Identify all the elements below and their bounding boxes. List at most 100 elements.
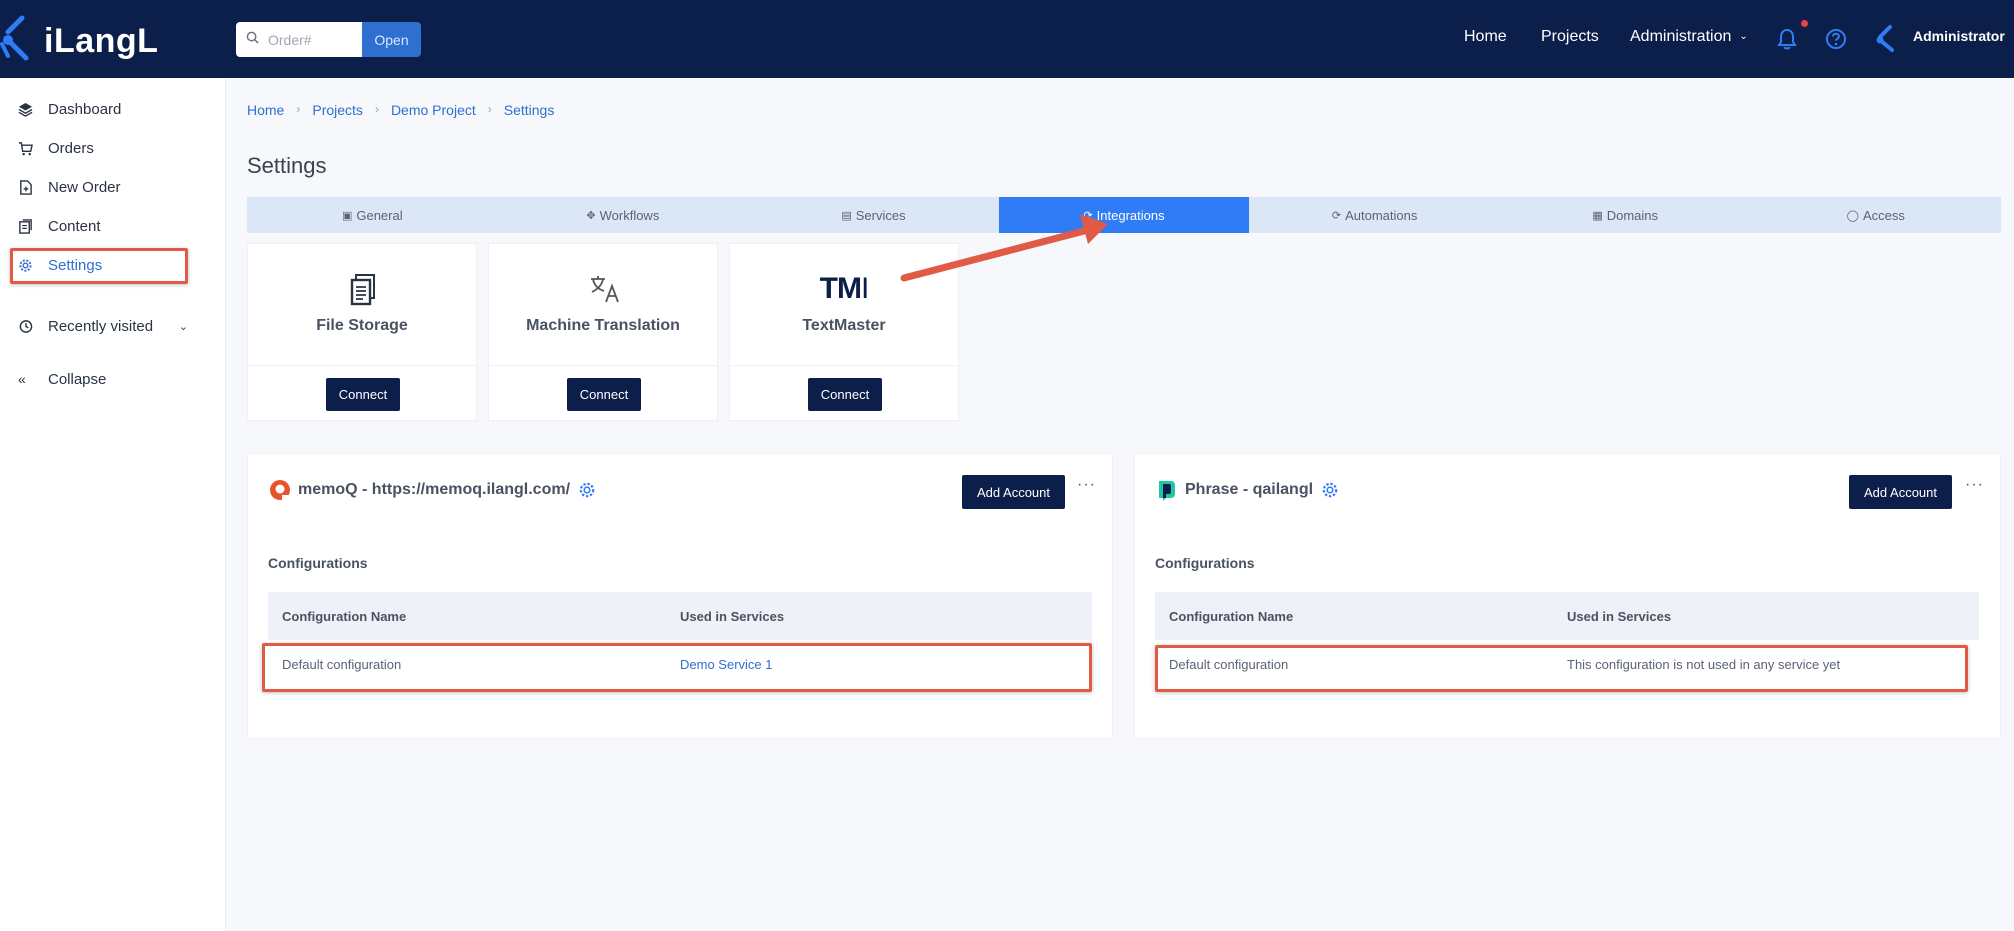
cart-icon [10, 141, 38, 156]
tab-services[interactable]: ▤ Services [748, 197, 999, 233]
monitor-icon: ▣ [341, 209, 353, 222]
configurations-label: Configurations [1155, 555, 1255, 571]
account-header: Phrase - qailangl [1155, 478, 1339, 502]
server-icon: ▤ [841, 209, 852, 222]
sidebar-item-settings[interactable]: Settings [10, 248, 188, 282]
help-icon[interactable] [1825, 28, 1847, 50]
used-in-services-link[interactable]: Demo Service 1 [680, 657, 772, 672]
configuration-name-cell: Default configuration [282, 656, 402, 672]
logo-text: iLangL [44, 22, 159, 60]
connect-textmaster-button[interactable]: Connect [808, 378, 882, 411]
account-title: memoQ - https://memoq.ilangl.com/ [298, 481, 571, 498]
tab-label: General [356, 207, 403, 223]
notification-badge-icon [1801, 20, 1808, 27]
tab-automations[interactable]: ⟳ Automations [1249, 197, 1500, 233]
table-header: Configuration Name Used in Services [268, 592, 1092, 640]
sidebar-item-new-order[interactable]: New Order [10, 170, 188, 204]
nav-administration-label: Administration [1630, 28, 1732, 45]
integration-name: File Storage [316, 317, 408, 334]
sidebar-item-label: Collapse [48, 370, 107, 388]
more-options-icon[interactable]: ··· [1077, 476, 1096, 494]
sidebar-item-recently-visited[interactable]: Recently visited ⌄ [10, 309, 188, 343]
file-copy-icon [350, 274, 375, 306]
configurations-table: Configuration Name Used in Services Defa… [1155, 592, 1979, 688]
nav-projects[interactable]: Projects [1541, 28, 1599, 46]
connect-file-storage-button[interactable]: Connect [326, 378, 400, 411]
document-list-icon [10, 218, 38, 234]
user-avatar-icon[interactable] [1874, 24, 1902, 52]
integration-name: Machine Translation [526, 317, 680, 334]
workflow-icon: ✥ [586, 209, 596, 222]
nav-home[interactable]: Home [1464, 28, 1507, 46]
gear-icon[interactable] [578, 481, 596, 499]
account-card-phrase: Phrase - qailangl Add Account ··· Config… [1134, 453, 2001, 739]
file-plus-icon [10, 179, 38, 195]
tab-label: Domains [1606, 207, 1659, 223]
table-header: Configuration Name Used in Services [1155, 592, 1979, 640]
integration-card-file-storage: File Storage Connect [247, 243, 477, 421]
order-search-input[interactable] [268, 31, 358, 48]
bell-icon[interactable] [1776, 27, 1798, 51]
nav-administration[interactable]: Administration ⌄ [1630, 28, 1748, 46]
table-row[interactable]: Default configuration Demo Service 1 [268, 640, 1092, 688]
account-title: Phrase - qailangl [1185, 481, 1314, 498]
user-name[interactable]: Administrator [1913, 28, 2005, 44]
connect-machine-translation-button[interactable]: Connect [567, 378, 641, 411]
chevron-down-icon: ⌄ [178, 320, 188, 333]
tab-label: Workflows [599, 207, 660, 223]
column-header: Configuration Name [282, 608, 407, 624]
order-search [236, 22, 362, 57]
breadcrumb-separator-icon: › [487, 102, 492, 116]
page-title: Settings [247, 153, 327, 178]
tab-access[interactable]: ◯ Access [1750, 197, 2001, 233]
sidebar-collapse[interactable]: « Collapse [10, 362, 188, 396]
used-in-services-cell: This configuration is not used in any se… [1567, 656, 1841, 672]
breadcrumb-home[interactable]: Home [247, 102, 284, 118]
shield-icon: ◯ [1846, 209, 1859, 222]
chevron-down-icon: ⌄ [1739, 31, 1748, 42]
tab-label: Access [1862, 207, 1905, 223]
breadcrumb-demo-project[interactable]: Demo Project [391, 102, 476, 118]
add-account-button[interactable]: Add Account [962, 475, 1065, 509]
column-header: Configuration Name [1169, 608, 1294, 624]
puzzle-icon: ⟳ [1083, 209, 1093, 222]
breadcrumb-settings[interactable]: Settings [504, 102, 555, 118]
breadcrumb-projects[interactable]: Projects [312, 102, 363, 118]
integration-name: TextMaster [802, 317, 886, 334]
sidebar-item-label: Orders [48, 139, 94, 157]
sidebar-item-dashboard[interactable]: Dashboard [10, 92, 188, 126]
breadcrumb-separator-icon: › [374, 102, 379, 116]
tab-general[interactable]: ▣ General [247, 197, 498, 233]
column-header: Used in Services [1567, 608, 1672, 624]
open-order-button[interactable]: Open [362, 22, 421, 57]
sidebar-item-label: New Order [48, 178, 121, 196]
configurations-table: Configuration Name Used in Services Defa… [268, 592, 1092, 688]
top-bar: iLangL Open Home Projects Administration… [0, 0, 2014, 78]
settings-tabs: ▣ General ✥ Workflows ▤ Services ⟳ Integrati… [247, 197, 2001, 233]
tab-label: Automations [1345, 207, 1418, 223]
sidebar-item-label: Settings [48, 256, 103, 274]
history-icon [10, 319, 38, 334]
table-row[interactable]: Default configuration This configuration… [1155, 640, 1979, 688]
add-account-button[interactable]: Add Account [1849, 475, 1952, 509]
configuration-name-cell: Default configuration [1169, 656, 1289, 672]
tab-label: Services [855, 207, 906, 223]
configurations-label: Configurations [268, 555, 368, 571]
translate-icon [591, 276, 619, 303]
tab-workflows[interactable]: ✥ Workflows [498, 197, 749, 233]
sidebar-item-content[interactable]: Content [10, 209, 188, 243]
integration-card-machine-translation: Machine Translation Connect [488, 243, 718, 421]
sidebar-item-label: Dashboard [48, 100, 122, 118]
tab-label: Integrations [1096, 207, 1165, 223]
breadcrumb-separator-icon: › [296, 102, 301, 116]
more-options-icon[interactable]: ··· [1965, 476, 1984, 494]
tab-domains[interactable]: ▦ Domains [1500, 197, 1751, 233]
account-card-memoq: memoQ - https://memoq.ilangl.com/ Add Ac… [247, 453, 1113, 739]
building-icon: ▦ [1592, 209, 1603, 222]
gear-icon[interactable] [1321, 481, 1339, 499]
refresh-icon: ⟳ [1331, 209, 1342, 222]
double-chevron-left-icon: « [18, 371, 26, 387]
sidebar-item-orders[interactable]: Orders [10, 131, 188, 165]
integration-card-textmaster: TMI TextMaster Connect [729, 243, 959, 421]
tab-integrations[interactable]: ⟳ Integrations [998, 197, 1250, 233]
